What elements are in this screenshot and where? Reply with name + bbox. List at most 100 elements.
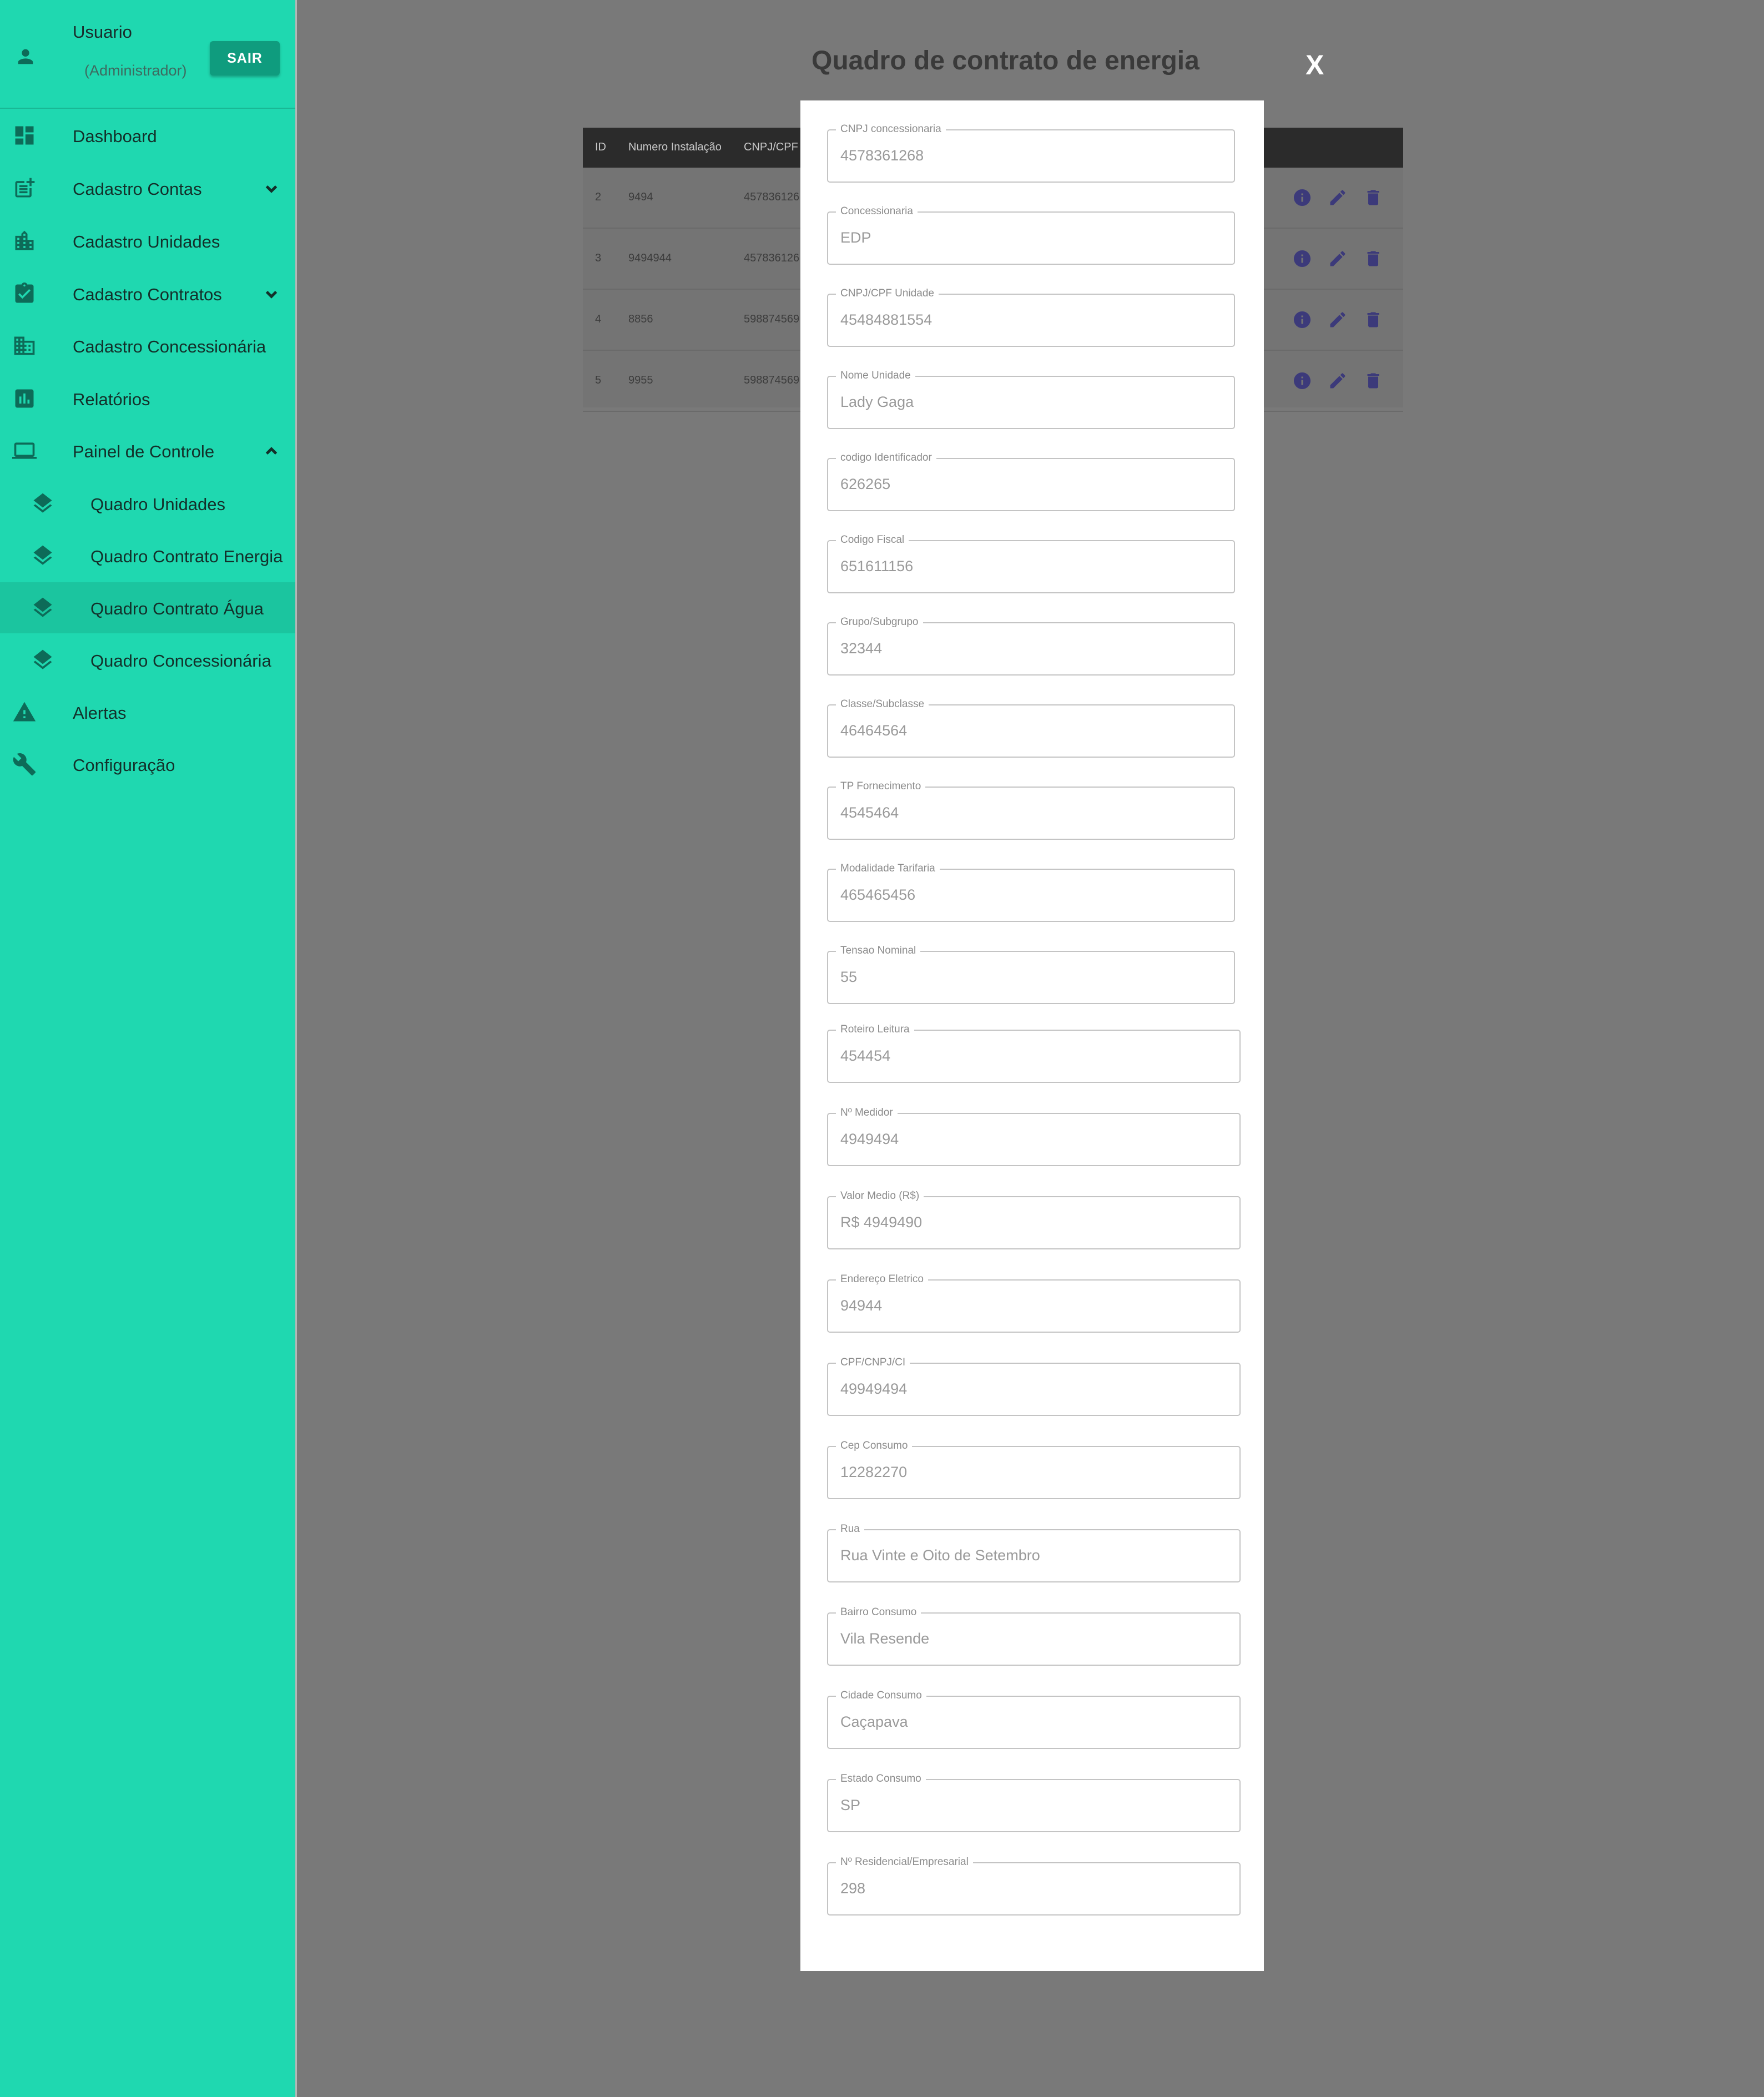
sidebar-item-painel-de-controle[interactable]: Painel de Controle <box>0 425 295 476</box>
field-label: Grupo/Subgrupo <box>836 616 923 628</box>
sidebar-item-label: Cadastro Contratos <box>73 285 222 304</box>
field-label: Bairro Consumo <box>836 1606 921 1619</box>
column-header-id: ID <box>595 141 606 153</box>
field-tensao-nominal[interactable]: Tensao Nominal 55 <box>827 945 1235 1004</box>
field-estado-consumo[interactable]: Estado Consumo SP <box>827 1773 1241 1832</box>
field-label: Nome Unidade <box>836 370 915 382</box>
sidebar-item-label: Quadro Contrato Água <box>90 599 264 618</box>
delete-icon[interactable] <box>1363 371 1383 391</box>
sidebar-item-label: Cadastro Unidades <box>73 232 220 251</box>
cell-id: 4 <box>595 313 602 325</box>
cell-numero-instalacao: 8856 <box>628 313 653 325</box>
field-numero-residencial[interactable]: Nº Residencial/Empresarial 298 <box>827 1856 1241 1915</box>
field-cnpj-cpf-unidade[interactable]: CNPJ/CPF Unidade 45484881554 <box>827 288 1235 347</box>
sidebar-item-label: Painel de Controle <box>73 442 215 461</box>
user-name: Usuario <box>73 22 132 42</box>
delete-icon[interactable] <box>1363 188 1383 208</box>
person-icon <box>14 46 37 68</box>
sidebar-item-cadastro-contratos[interactable]: Cadastro Contratos <box>0 268 295 319</box>
field-value: Lady Gaga <box>840 394 914 410</box>
sidebar-item-label: Alertas <box>73 703 127 723</box>
field-value: 32344 <box>840 640 883 657</box>
column-header-numero-instalacao: Numero Instalação <box>628 141 722 153</box>
sidebar-item-configuracao[interactable]: Configuração <box>0 739 295 790</box>
field-value: 4949494 <box>840 1131 899 1147</box>
laptop-icon <box>12 438 37 463</box>
field-endereco-eletrico[interactable]: Endereço Eletrico 94944 <box>827 1273 1241 1333</box>
field-codigo-identificador[interactable]: codigo Identificador 626265 <box>827 452 1235 511</box>
sidebar-item-cadastro-concessionaria[interactable]: Cadastro Concessionária <box>0 320 295 371</box>
contract-details-modal: CNPJ concessionaria 4578361268 Concessio… <box>800 100 1264 1971</box>
field-codigo-fiscal[interactable]: Codigo Fiscal 651611156 <box>827 534 1235 593</box>
sidebar-item-quadro-concessionaria[interactable]: Quadro Concessionária <box>0 634 295 685</box>
chevron-down-icon <box>262 285 281 304</box>
sidebar-item-label: Dashboard <box>73 127 157 146</box>
close-modal-button[interactable]: X <box>1306 49 1324 81</box>
layers-icon <box>31 596 55 620</box>
info-icon[interactable] <box>1292 188 1312 208</box>
cell-cnpj: 598874569 <box>744 313 800 325</box>
sidebar-item-quadro-unidades[interactable]: Quadro Unidades <box>0 478 295 529</box>
sidebar-item-relatorios[interactable]: Relatórios <box>0 373 295 424</box>
row-actions <box>1292 188 1381 210</box>
field-label: Rua <box>836 1523 864 1535</box>
field-label: Codigo Fiscal <box>836 534 909 546</box>
cell-numero-instalacao: 9955 <box>628 374 653 386</box>
sidebar-item-quadro-contrato-energia[interactable]: Quadro Contrato Energia <box>0 530 295 581</box>
post-add-icon <box>12 176 37 200</box>
field-value: 46464564 <box>840 722 908 739</box>
assignment-check-icon <box>12 281 37 306</box>
field-label: Classe/Subclasse <box>836 698 929 710</box>
delete-icon[interactable] <box>1363 249 1383 269</box>
user-block: Usuario (Administrador) SAIR <box>0 0 295 109</box>
field-cep-consumo[interactable]: Cep Consumo 12282270 <box>827 1440 1241 1499</box>
field-cnpj-concessionaria[interactable]: CNPJ concessionaria 4578361268 <box>827 123 1235 183</box>
field-value: 298 <box>840 1880 866 1897</box>
field-label: Estado Consumo <box>836 1773 926 1785</box>
sidebar-item-alertas[interactable]: Alertas <box>0 687 295 738</box>
cell-id: 5 <box>595 374 602 386</box>
field-tp-fornecimento[interactable]: TP Fornecimento 4545464 <box>827 780 1235 840</box>
user-role: (Administrador) <box>84 62 187 79</box>
field-grupo-subgrupo[interactable]: Grupo/Subgrupo 32344 <box>827 616 1235 676</box>
logout-button[interactable]: SAIR <box>210 41 280 75</box>
column-header-cnpj: CNPJ/CPF C <box>744 141 809 153</box>
field-value: 55 <box>840 969 858 985</box>
field-classe-subclasse[interactable]: Classe/Subclasse 46464564 <box>827 698 1235 758</box>
field-value: 465465456 <box>840 886 916 903</box>
field-nome-unidade[interactable]: Nome Unidade Lady Gaga <box>827 370 1235 429</box>
field-rua[interactable]: Rua Rua Vinte e Oito de Setembro <box>827 1523 1241 1582</box>
field-label: Roteiro Leitura <box>836 1024 914 1036</box>
sidebar-item-quadro-contrato-agua[interactable]: Quadro Contrato Água <box>0 582 295 633</box>
sidebar-item-label: Cadastro Concessionária <box>73 337 266 356</box>
field-numero-medidor[interactable]: Nº Medidor 4949494 <box>827 1107 1241 1166</box>
sidebar-item-cadastro-unidades[interactable]: Cadastro Unidades <box>0 215 295 266</box>
info-icon[interactable] <box>1292 310 1312 330</box>
field-valor-medio[interactable]: Valor Medio (R$) R$ 4949490 <box>827 1190 1241 1249</box>
field-roteiro-leitura[interactable]: Roteiro Leitura 454454 <box>827 1024 1241 1083</box>
row-actions <box>1292 249 1381 271</box>
layers-icon <box>31 648 55 672</box>
delete-icon[interactable] <box>1363 310 1383 330</box>
chevron-up-icon <box>262 442 281 461</box>
row-actions <box>1292 371 1381 393</box>
field-label: CPF/CNPJ/CI <box>836 1357 910 1369</box>
field-value: EDP <box>840 229 871 246</box>
field-modalidade-tarifaria[interactable]: Modalidade Tarifaria 465465456 <box>827 863 1235 922</box>
cell-cnpj: 457836126 <box>744 252 800 264</box>
cell-id: 2 <box>595 191 602 203</box>
sidebar-item-dashboard[interactable]: Dashboard <box>0 110 295 161</box>
edit-icon[interactable] <box>1328 310 1348 330</box>
info-icon[interactable] <box>1292 249 1312 269</box>
edit-icon[interactable] <box>1328 249 1348 269</box>
edit-icon[interactable] <box>1328 188 1348 208</box>
info-icon[interactable] <box>1292 371 1312 391</box>
field-bairro-consumo[interactable]: Bairro Consumo Vila Resende <box>827 1606 1241 1666</box>
sidebar-item-cadastro-contas[interactable]: Cadastro Contas <box>0 163 295 214</box>
row-actions <box>1292 310 1381 332</box>
field-cidade-consumo[interactable]: Cidade Consumo Caçapava <box>827 1690 1241 1749</box>
cell-cnpj: 598874569 <box>744 374 800 386</box>
field-cpf-cnpj-ci[interactable]: CPF/CNPJ/CI 49949494 <box>827 1357 1241 1416</box>
field-concessionaria[interactable]: Concessionaria EDP <box>827 205 1235 265</box>
edit-icon[interactable] <box>1328 371 1348 391</box>
